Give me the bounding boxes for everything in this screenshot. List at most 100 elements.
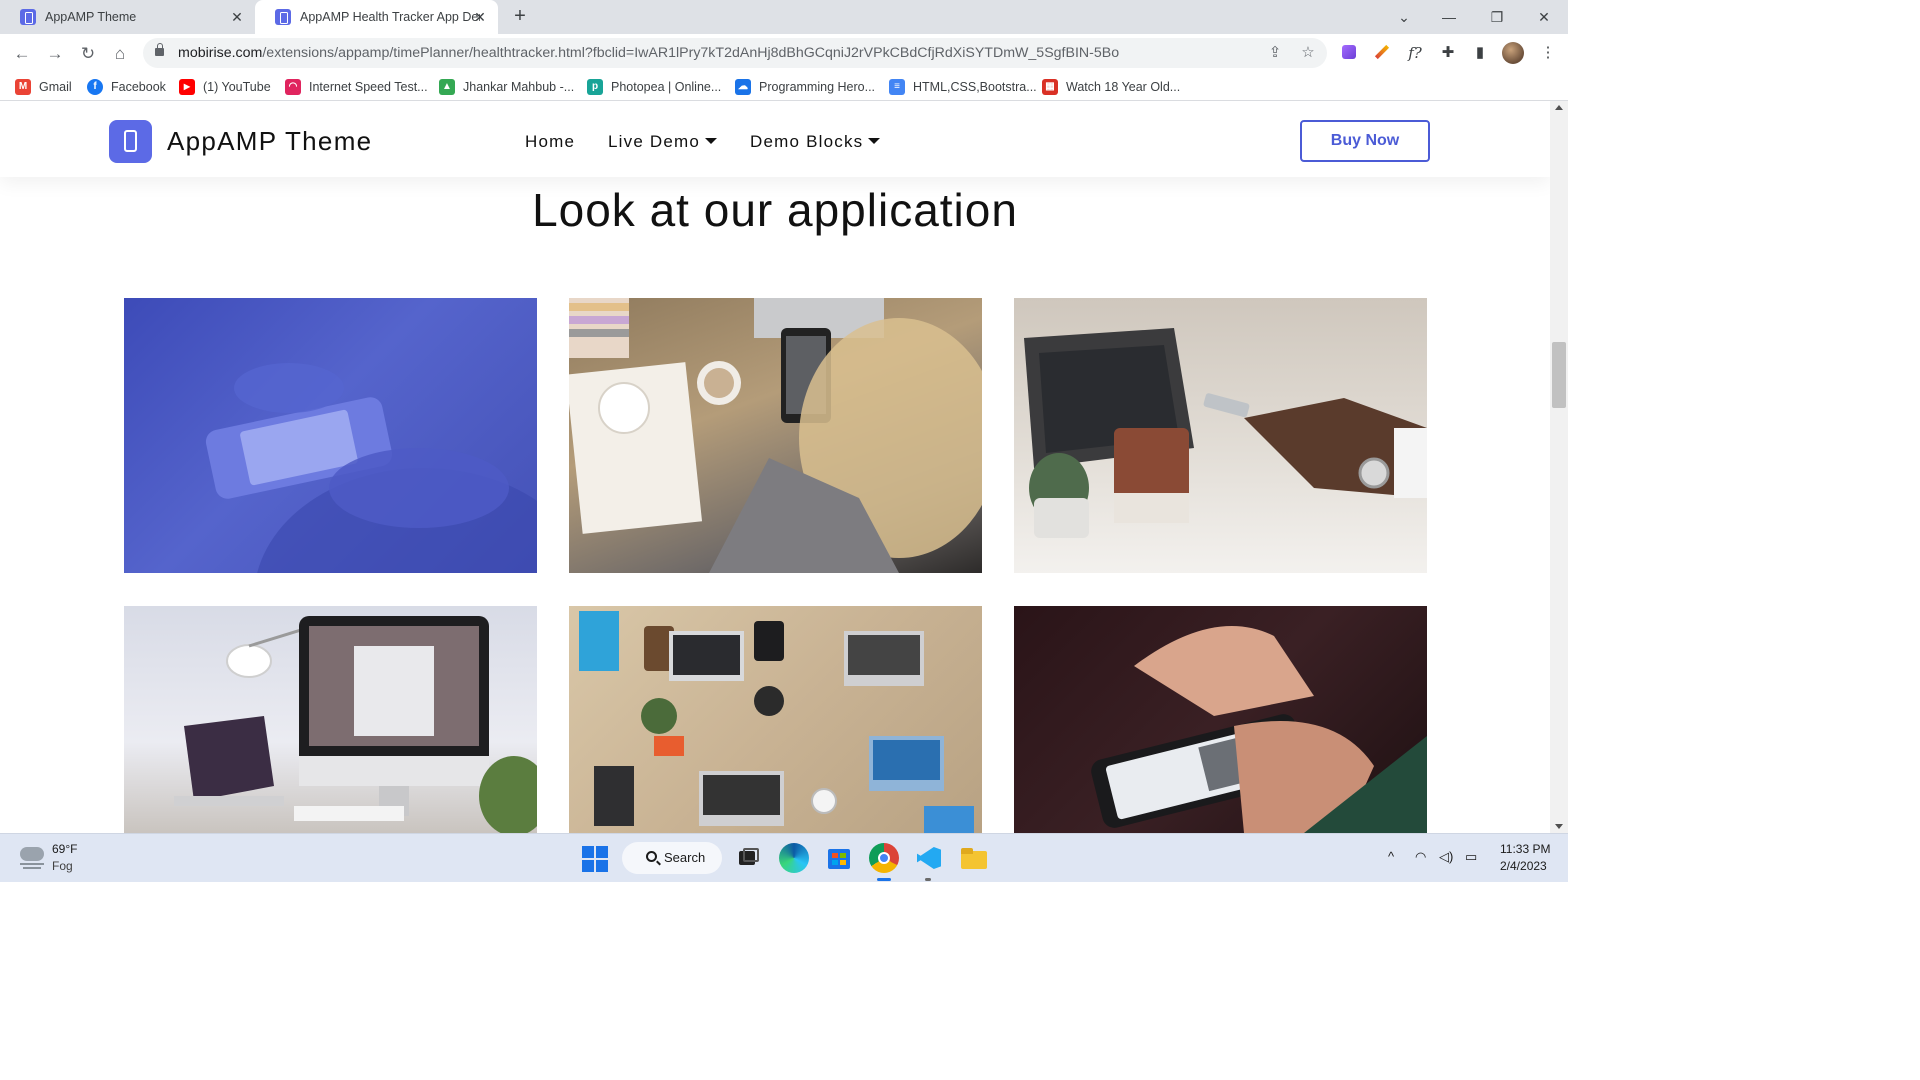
gmail-icon: M [15,79,31,95]
bookmark-label: Gmail [39,80,72,94]
page-scrollbar[interactable] [1550,101,1568,833]
weather-temperature[interactable]: 69°F [52,842,77,856]
search-icon [646,851,657,862]
caret-down-icon [868,138,881,144]
windows-taskbar: 69°F Fog Search ^ ◠ ◁) ▭ 11:33 PM 2/4/20… [0,833,1568,882]
appamp-favicon-icon [275,9,291,25]
bookmark-label: Watch 18 Year Old... [1066,80,1181,94]
tab-title: AppAMP Theme [45,10,137,24]
scroll-thumb[interactable] [1552,342,1566,408]
photo-illustration [569,298,982,573]
bookmark-speedtest[interactable]: ◠ Internet Speed Test... [285,78,428,96]
bookmark-label: (1) YouTube [203,80,271,94]
bookmark-video[interactable]: ▦ Watch 18 Year Old... [1042,78,1180,96]
docs-icon: ≡ [889,79,905,95]
bookmark-label: Jhankar Mahbub -... [463,80,575,94]
gallery-photo-laptop-hand-phone[interactable] [1014,298,1427,573]
facebook-icon: f [87,79,103,95]
taskbar-search[interactable]: Search [622,842,722,874]
programming-hero-icon: ☁ [735,79,751,95]
wifi-icon[interactable]: ◠ [1415,849,1426,865]
volume-icon[interactable]: ◁) [1439,849,1453,865]
battery-icon[interactable]: ▭ [1465,849,1477,865]
new-tab-button[interactable]: + [508,5,532,29]
windows-start-icon[interactable] [582,846,608,872]
chrome-menu-icon[interactable]: ⋮ [1537,42,1559,64]
extensions-puzzle-icon[interactable]: ✚ [1437,42,1459,64]
lock-icon[interactable] [155,43,164,57]
bookmark-label: Programming Hero... [759,80,876,94]
url-path: /extensions/appamp/timePlanner/healthtra… [262,45,1120,61]
address-bar[interactable]: mobirise.com/extensions/appamp/timePlann… [143,38,1327,68]
home-button[interactable]: ⌂ [108,42,132,66]
bookmark-facebook[interactable]: f Facebook [87,78,166,96]
reload-button[interactable]: ↻ [76,42,100,66]
forward-button[interactable]: → [43,42,67,66]
edge-browser-icon[interactable] [779,843,809,873]
bookmark-docs[interactable]: ≡ HTML,CSS,Bootstra... [889,78,1037,96]
scroll-up-icon[interactable] [1555,105,1563,110]
color-picker-extension-icon[interactable] [1371,42,1393,64]
bookmarks-bar: M Gmail f Facebook ▶ (1) YouTube ◠ Internet … [0,73,1568,101]
microsoft-store-icon[interactable] [824,843,854,873]
gallery-photo-hands-phone-dark[interactable] [1014,606,1427,833]
section-title: Look at our application [532,184,1018,236]
close-window-button[interactable]: ✕ [1531,5,1557,29]
gallery-photo-team-laptops[interactable] [569,606,982,833]
nav-home[interactable]: Home [525,132,575,152]
photo-illustration [174,616,537,833]
bookmark-youtube[interactable]: ▶ (1) YouTube [179,78,271,96]
profile-avatar[interactable] [1502,42,1524,64]
task-view-icon[interactable] [734,843,764,873]
photo-illustration [579,611,974,833]
nav-live-demo[interactable]: Live Demo [608,132,718,152]
app-logo-icon[interactable] [109,120,152,163]
browser-tab-strip: AppAMP Theme ✕ AppAMP Health Tracker App… [0,0,1568,34]
search-label: Search [664,850,706,865]
tab-health-tracker[interactable]: AppAMP Health Tracker App Dem ✕ [255,0,498,34]
share-icon[interactable]: ⇪ [1264,42,1286,64]
bookmark-photopea[interactable]: p Photopea | Online... [587,78,721,96]
weather-condition[interactable]: Fog [52,859,73,873]
clock-date[interactable]: 2/4/2023 [1500,859,1547,873]
vscode-icon[interactable] [914,843,944,873]
side-panel-icon[interactable]: ▮ [1469,42,1491,64]
tab-search-icon[interactable]: ⌄ [1391,5,1417,29]
vscode-open-indicator [925,878,931,881]
browser-toolbar: ← → ↻ ⌂ mobirise.com/extensions/appamp/t… [0,34,1568,73]
bookmark-programming-hero[interactable]: ☁ Programming Hero... [735,78,875,96]
weather-fog-icon[interactable] [18,844,46,870]
tab-appamp-theme[interactable]: AppAMP Theme ✕ [0,0,255,34]
scroll-down-icon[interactable] [1555,824,1563,829]
bookmark-google-drive[interactable]: ▲ Jhankar Mahbub -... [439,78,574,96]
clock-time[interactable]: 11:33 PM [1500,842,1550,856]
chrome-icon[interactable] [869,843,899,873]
tab-close-icon[interactable]: ✕ [472,9,488,25]
bookmark-gmail[interactable]: M Gmail [15,78,72,96]
minimize-button[interactable]: — [1436,5,1462,29]
brand-name[interactable]: AppAMP Theme [167,126,372,157]
photo-illustration [1091,626,1427,833]
back-button[interactable]: ← [10,42,34,66]
show-hidden-icons[interactable]: ^ [1388,849,1394,864]
youtube-icon: ▶ [179,79,195,95]
gallery-photo-desk-woman-phone[interactable] [569,298,982,573]
extension-icon[interactable] [1338,42,1360,64]
url-text[interactable]: mobirise.com/extensions/appamp/timePlann… [178,45,1119,61]
buy-now-button[interactable]: Buy Now [1300,120,1430,162]
bookmark-label: HTML,CSS,Bootstra... [913,80,1037,94]
formula-extension-icon[interactable]: f? [1404,42,1426,64]
google-drive-icon: ▲ [439,79,455,95]
gallery-photo-hand-phone[interactable] [124,298,537,573]
bookmark-label: Internet Speed Test... [309,80,428,94]
nav-label: Demo Blocks [750,132,864,151]
nav-demo-blocks[interactable]: Demo Blocks [750,132,881,152]
file-explorer-icon[interactable] [959,843,989,873]
bookmark-star-icon[interactable]: ☆ [1297,42,1319,64]
restore-button[interactable]: ❐ [1484,5,1510,29]
video-icon: ▦ [1042,79,1058,95]
tab-close-icon[interactable]: ✕ [229,9,245,25]
tab-title: AppAMP Health Tracker App Dem [300,10,480,24]
nav-label: Home [525,132,576,151]
gallery-photo-imac-desk[interactable] [124,606,537,833]
